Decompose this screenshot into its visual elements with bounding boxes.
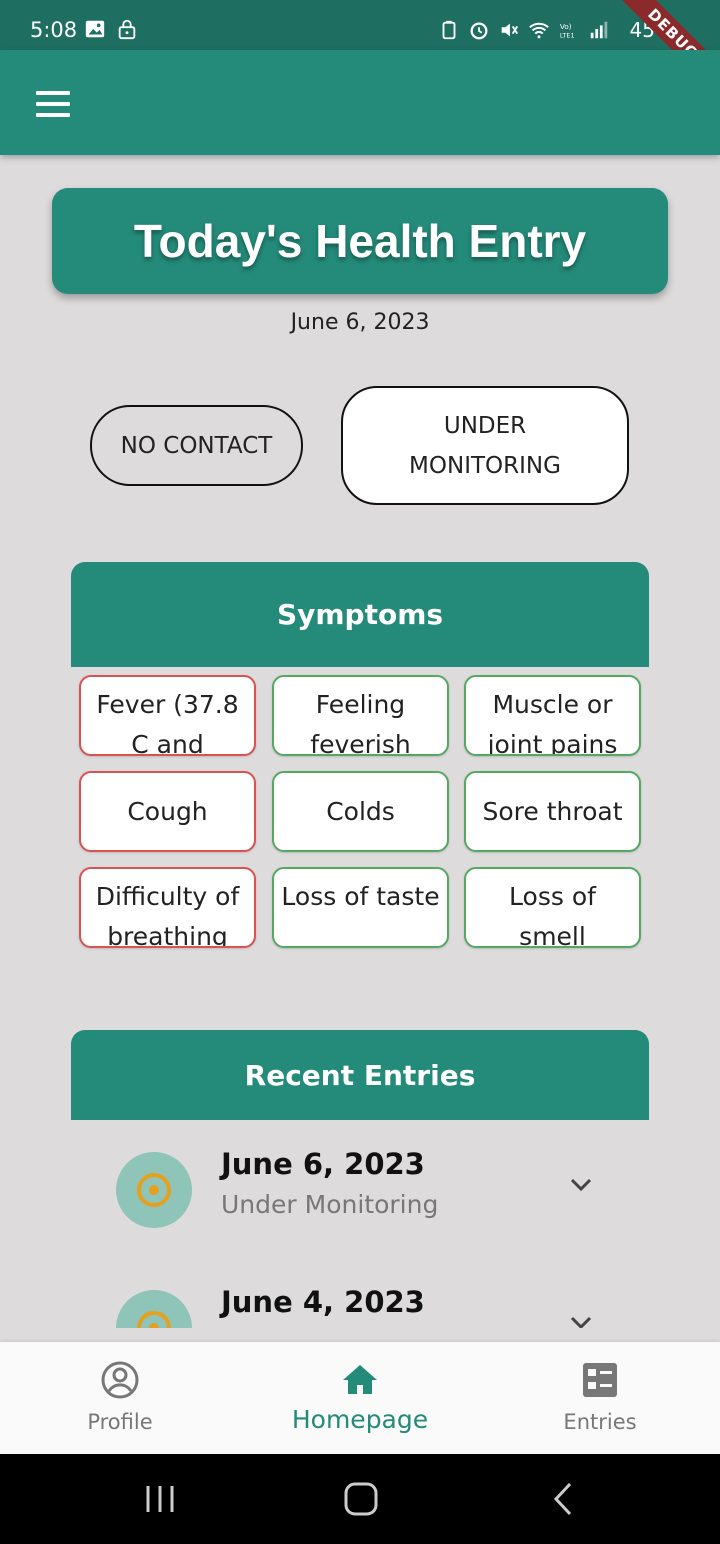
bottom-navigation: Profile Homepage Entries — [0, 1342, 720, 1454]
signal-icon — [590, 21, 608, 39]
nav-entries-label: Entries — [563, 1410, 637, 1434]
recent-entries-header: Recent Entries — [71, 1030, 649, 1120]
monitoring-icon — [116, 1152, 192, 1228]
profile-icon — [101, 1361, 139, 1399]
symptom-loss-of-taste[interactable]: Loss of taste — [272, 867, 449, 948]
image-icon — [85, 20, 105, 38]
svg-text:LTE1: LTE1 — [560, 31, 575, 39]
recent-apps-icon[interactable] — [143, 1482, 177, 1516]
entries-icon — [583, 1363, 617, 1397]
nav-profile[interactable]: Profile — [0, 1342, 240, 1454]
app-bar — [0, 50, 720, 155]
symptom-sore-throat[interactable]: Sore throat — [464, 771, 641, 852]
system-navigation-bar — [0, 1454, 720, 1544]
svg-text:Vo): Vo) — [560, 22, 572, 31]
nav-entries[interactable]: Entries — [480, 1342, 720, 1454]
no-contact-button[interactable]: NO CONTACT — [90, 405, 303, 486]
page-title-card: Today's Health Entry — [52, 188, 668, 294]
status-bar: 5:08 Vo)LTE1 45% DEBUG — [0, 0, 720, 110]
home-icon — [343, 1365, 377, 1394]
battery-saver-icon — [442, 20, 456, 40]
symptom-colds[interactable]: Colds — [272, 771, 449, 852]
volte-icon: Vo)LTE1 — [560, 22, 575, 39]
monitoring-icon — [116, 1290, 192, 1328]
entry-status-label: Under Monitoring — [221, 1190, 439, 1219]
symptom-cough[interactable]: Cough — [79, 771, 256, 852]
home-button-icon[interactable] — [342, 1480, 380, 1518]
nav-homepage-label: Homepage — [291, 1405, 429, 1434]
wifi-icon — [529, 22, 549, 39]
nav-profile-label: Profile — [87, 1410, 153, 1434]
alarm-icon — [470, 22, 488, 40]
page-title: Today's Health Entry — [133, 215, 587, 267]
lock-icon — [118, 19, 136, 40]
entry-date-label: June 6, 2023 — [221, 1147, 425, 1181]
nav-homepage[interactable]: Homepage — [240, 1342, 480, 1454]
symptoms-header: Symptoms — [71, 562, 649, 667]
status-time: 5:08 — [30, 18, 78, 42]
entry-date-label: June 4, 2023 — [221, 1285, 425, 1319]
entry-date: June 6, 2023 — [290, 310, 430, 335]
list-item[interactable]: June 6, 2023 Under Monitoring — [71, 1142, 649, 1252]
chevron-down-icon[interactable] — [565, 1168, 597, 1200]
list-item[interactable]: June 4, 2023 — [71, 1280, 649, 1328]
back-icon[interactable] — [548, 1480, 578, 1518]
symptom-muscle-joint-pains[interactable]: Muscle or joint pains — [464, 675, 641, 756]
symptom-feeling-feverish[interactable]: Feeling feverish — [272, 675, 449, 756]
mute-icon — [501, 23, 519, 37]
symptom-fever[interactable]: Fever (37.8 C and — [79, 675, 256, 756]
symptom-difficulty-breathing[interactable]: Difficulty of breathing — [79, 867, 256, 948]
recent-entries-list: June 6, 2023 Under Monitoring June 4, 20… — [0, 1120, 720, 1328]
menu-icon[interactable] — [26, 84, 78, 124]
symptom-loss-of-smell[interactable]: Loss of smell — [464, 867, 641, 948]
under-monitoring-button[interactable]: UNDER MONITORING — [341, 386, 629, 505]
chevron-down-icon[interactable] — [565, 1306, 597, 1328]
